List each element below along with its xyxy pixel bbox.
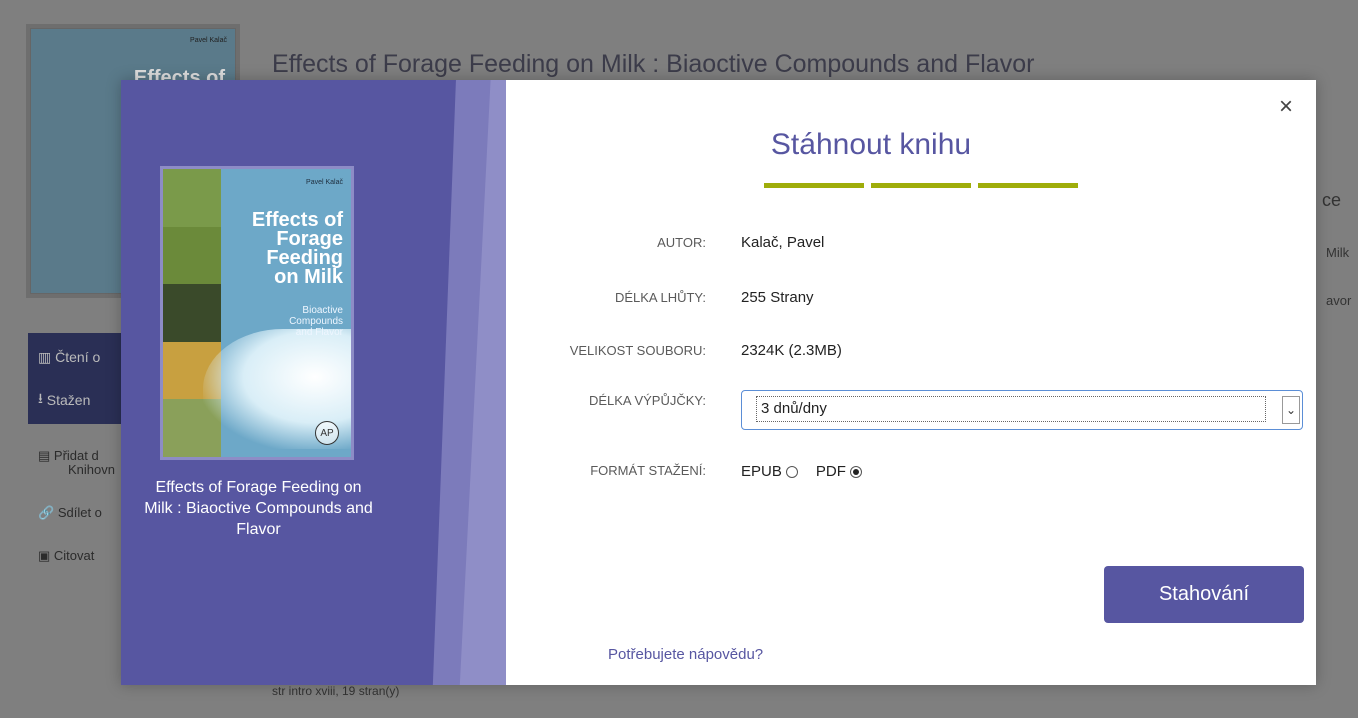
length-label: DÉLKA LHŮTY: (614, 290, 706, 305)
format-option-pdf-label: PDF (815, 463, 846, 480)
add-library-icon: ▤ (38, 448, 54, 463)
background-tab[interactable]: ce (1322, 190, 1341, 211)
share-link[interactable]: 🔗 Sdílet o (38, 505, 102, 521)
background-text-1: Milk (1326, 245, 1350, 260)
close-icon[interactable]: × (1279, 95, 1293, 119)
book-icon: ▥ (38, 348, 56, 365)
cover-title: Effects of Forage Feeding on Milk (251, 209, 343, 288)
loan-length-value: 3 dnů/dny (756, 396, 1266, 422)
download-modal: Pavel Kalač Effects of Forage Feeding on… (121, 80, 1316, 685)
format-radio-epub[interactable] (785, 465, 798, 478)
download-button[interactable]: Stahování (1104, 566, 1304, 623)
book-title-caption: Effects of Forage Feeding on Milk : Biao… (144, 479, 373, 538)
background-page-info: str intro xviii, 19 stran(y) (272, 684, 400, 698)
length-value: 255 Strany (741, 289, 814, 306)
page-title: Effects of Forage Feeding on Milk : Biao… (272, 50, 1035, 78)
cover-subtitle: Bioactive Compounds and Flavor (289, 305, 343, 338)
loan-length-label: DÉLKA VÝPŮJČKY: (588, 393, 706, 408)
format-radio-group: EPUB PDF (741, 463, 880, 480)
cover-author: Pavel Kalač (306, 179, 343, 186)
format-radio-pdf[interactable] (849, 465, 862, 478)
cite-link[interactable]: ▣ Citovat (38, 548, 94, 564)
author-label: AUTOR: (657, 235, 706, 250)
modal-left-panel: Pavel Kalač Effects of Forage Feeding on… (121, 80, 506, 685)
modal-title: Stáhnout knihu (770, 128, 972, 161)
format-option-epub-label: EPUB (741, 463, 782, 480)
title-underline (871, 183, 971, 188)
quote-icon: ▣ (38, 548, 54, 563)
format-label: FORMÁT STAŽENÍ: (590, 463, 706, 478)
add-to-library-link-line2[interactable]: Knihovn (68, 462, 115, 477)
file-size-value: 2324K (2.3MB) (741, 342, 842, 359)
loan-length-select[interactable]: 3 dnů/dny ⌄ (741, 390, 1303, 430)
file-size-label: VELIKOST SOUBORU: (569, 343, 706, 358)
background-cover-author: Pavel Kalač (190, 37, 227, 44)
publisher-logo-icon: AP (315, 421, 339, 445)
download-icon: ⭳ (38, 390, 47, 406)
help-link[interactable]: Potřebujete nápovědu? (608, 646, 763, 663)
author-value: Kalač, Pavel (741, 234, 825, 251)
link-icon: 🔗 (38, 505, 58, 520)
title-underline (978, 183, 1078, 188)
chevron-down-icon[interactable]: ⌄ (1282, 396, 1300, 424)
background-text-2: avor (1326, 293, 1352, 308)
title-underline (764, 183, 864, 188)
book-cover: Pavel Kalač Effects of Forage Feeding on… (160, 166, 354, 460)
